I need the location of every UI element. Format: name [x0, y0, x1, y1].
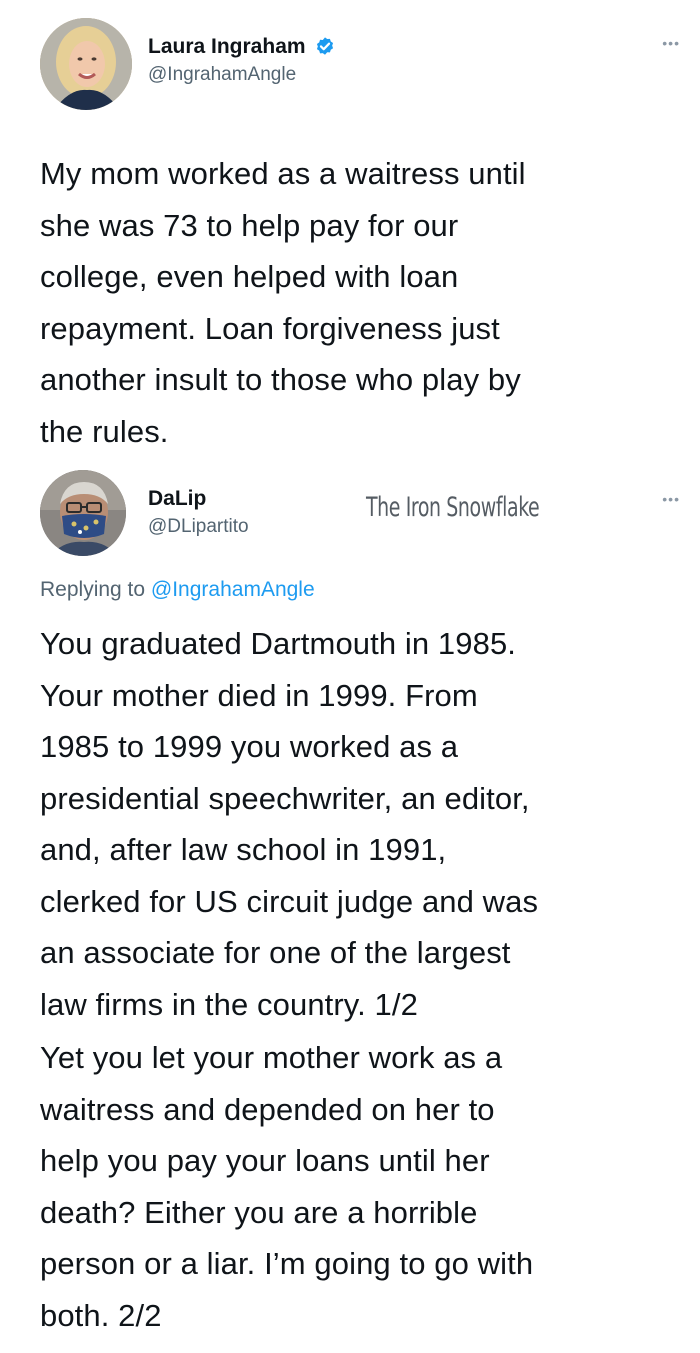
author-name[interactable]: Laura Ingraham [148, 34, 306, 60]
tweet1-header: Laura Ingraham @IngrahamAngle ••• [40, 18, 680, 113]
author-handle[interactable]: @DLipartito [148, 514, 249, 540]
avatar-photo-icon [40, 470, 126, 556]
avatar-photo-icon [40, 18, 132, 110]
author-name[interactable]: DaLip [148, 486, 206, 512]
author-avatar[interactable] [40, 18, 132, 110]
author-avatar[interactable] [40, 470, 126, 556]
verified-badge-icon [316, 37, 334, 55]
author-info: DaLip @DLipartito [148, 486, 249, 540]
tweet2-header: DaLip @DLipartito The Iron Snowflake ••• [40, 470, 680, 565]
replying-prefix: Replying to [40, 578, 151, 601]
replying-to: Replying to @IngrahamAngle [40, 575, 315, 605]
more-options-icon[interactable]: ••• [662, 36, 680, 50]
more-options-icon[interactable]: ••• [662, 492, 680, 506]
mention-link[interactable]: @IngrahamAngle [151, 578, 315, 601]
watermark-text: The Iron Snowflake [366, 492, 540, 523]
tweet-text: My mom worked as a waitress until she wa… [40, 156, 526, 449]
tweet-text: You graduated Dartmouth in 1985. Your mo… [40, 626, 539, 1022]
tweet-text: Yet you let your mother work as a waitre… [40, 1040, 534, 1333]
author-info: Laura Ingraham @IngrahamAngle [148, 34, 336, 88]
author-handle[interactable]: @IngrahamAngle [148, 62, 336, 88]
